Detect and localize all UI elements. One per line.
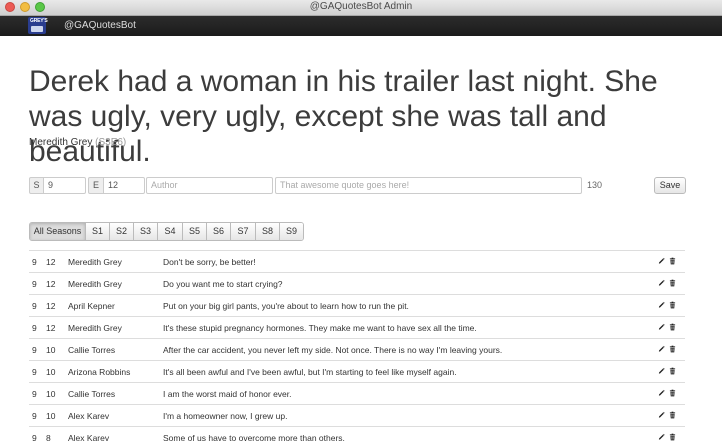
quote-season: 9: [32, 367, 37, 377]
quote-episode-number: 10: [46, 411, 56, 421]
quote-episode-number: 10: [46, 389, 56, 399]
quote-season: 9: [32, 389, 37, 399]
quote-text-cell: Some of us have to overcome more than ot…: [163, 433, 345, 443]
episode-input[interactable]: 12: [103, 177, 145, 194]
quote-episode: (S3E6): [95, 137, 127, 148]
character-counter: 130: [587, 180, 603, 190]
quote-text-cell: It's all been awful and I've been awful,…: [163, 367, 457, 377]
quotes-table: 9 12 Meredith Grey Don't be sorry, be bette…: [29, 250, 685, 448]
trash-icon[interactable]: [669, 345, 676, 353]
pencil-icon[interactable]: [658, 433, 665, 441]
trash-icon[interactable]: [669, 367, 676, 375]
trash-icon[interactable]: [669, 433, 676, 441]
window-titlebar: @GAQuotesBot Admin: [0, 0, 722, 16]
season-filter-s2[interactable]: S2: [110, 223, 134, 240]
table-row: 9 8 Alex Karev Some of us have to overcome …: [29, 426, 685, 448]
quote-author-cell: Callie Torres: [68, 389, 116, 399]
quote-season: 9: [32, 323, 37, 333]
quote-author-cell: Meredith Grey: [68, 279, 122, 289]
episode-addon-label: E: [88, 177, 104, 194]
quote-author: Meredith Grey: [29, 137, 93, 148]
pencil-icon[interactable]: [658, 323, 665, 331]
season-filter-s5[interactable]: S5: [183, 223, 207, 240]
quote-attribution: Meredith Grey (S3E6): [29, 137, 126, 148]
pencil-icon[interactable]: [658, 411, 665, 419]
trash-icon[interactable]: [669, 389, 676, 397]
quote-author-cell: Alex Karev: [68, 411, 110, 421]
quote-author-cell: Meredith Grey: [68, 257, 122, 267]
table-row: 9 10 Arizona Robbins It's all been awful an…: [29, 360, 685, 382]
quote-text-cell: I'm a homeowner now, I grew up.: [163, 411, 288, 421]
table-row: 9 10 Alex Karev I'm a homeowner now, I grew…: [29, 404, 685, 426]
quote-text-cell: Put on your big girl pants, you're about…: [163, 301, 409, 311]
table-row: 9 12 Meredith Grey Don't be sorry, be bette…: [29, 250, 685, 272]
quote-episode-number: 8: [46, 433, 51, 443]
quote-author-cell: April Kepner: [68, 301, 115, 311]
season-filter-s8[interactable]: S8: [256, 223, 280, 240]
quote-author-cell: Alex Karev: [68, 433, 110, 443]
quote-episode-number: 10: [46, 345, 56, 355]
quote-episode-number: 12: [46, 301, 56, 311]
trash-icon[interactable]: [669, 411, 676, 419]
quote-season: 9: [32, 301, 37, 311]
quote-input[interactable]: That awesome quote goes here!: [275, 177, 582, 194]
trash-icon[interactable]: [669, 301, 676, 309]
greys-anatomy-logo[interactable]: GREY'S: [28, 17, 48, 34]
quote-episode-number: 12: [46, 257, 56, 267]
quote-season: 9: [32, 345, 37, 355]
window-title: @GAQuotesBot Admin: [309, 1, 413, 12]
quote-episode-number: 12: [46, 323, 56, 333]
season-filter-s1[interactable]: S1: [86, 223, 110, 240]
quote-season: 9: [32, 279, 37, 289]
quote-text-cell: Don't be sorry, be better!: [163, 257, 256, 267]
table-row: 9 10 Callie Torres After the car accident, …: [29, 338, 685, 360]
table-row: 9 10 Callie Torres I am the worst maid of h…: [29, 382, 685, 404]
season-filter-all[interactable]: All Seasons: [30, 223, 86, 240]
quote-season: 9: [32, 411, 37, 421]
quote-episode-number: 12: [46, 279, 56, 289]
save-button[interactable]: Save: [654, 177, 686, 194]
season-input[interactable]: 9: [43, 177, 86, 194]
quote-text-cell: It's these stupid pregnancy hormones. Th…: [163, 323, 477, 333]
pencil-icon[interactable]: [658, 389, 665, 397]
quote-episode-number: 10: [46, 367, 56, 377]
quote-season: 9: [32, 257, 37, 267]
season-filter-s3[interactable]: S3: [134, 223, 158, 240]
season-filter-s6[interactable]: S6: [207, 223, 231, 240]
quote-text-cell: Do you want me to start crying?: [163, 279, 283, 289]
navbar: GREY'S @GAQuotesBot: [0, 16, 722, 36]
author-input[interactable]: Author: [146, 177, 273, 194]
quote-season: 9: [32, 433, 37, 443]
season-filter-s7[interactable]: S7: [231, 223, 256, 240]
season-filter-s9[interactable]: S9: [280, 223, 303, 240]
pencil-icon[interactable]: [658, 345, 665, 353]
pencil-icon[interactable]: [658, 279, 665, 287]
trash-icon[interactable]: [669, 279, 676, 287]
quote-author-cell: Arizona Robbins: [68, 367, 131, 377]
table-row: 9 12 April Kepner Put on your big girl pant…: [29, 294, 685, 316]
logo-text: GREY'S: [30, 18, 48, 24]
season-addon-label: S: [29, 177, 44, 194]
quote-text-cell: I am the worst maid of honor ever.: [163, 389, 292, 399]
table-row: 9 12 Meredith Grey It's these stupid pregna…: [29, 316, 685, 338]
quote-text-cell: After the car accident, you never left m…: [163, 345, 503, 355]
navbar-brand[interactable]: @GAQuotesBot: [64, 20, 136, 31]
pencil-icon[interactable]: [658, 257, 665, 265]
trash-icon[interactable]: [669, 323, 676, 331]
table-row: 9 12 Meredith Grey Do you want me to start …: [29, 272, 685, 294]
pencil-icon[interactable]: [658, 301, 665, 309]
quote-author-cell: Meredith Grey: [68, 323, 122, 333]
quote-author-cell: Callie Torres: [68, 345, 116, 355]
featured-quote: Derek had a woman in his trailer last ni…: [29, 65, 658, 168]
pencil-icon[interactable]: [658, 367, 665, 375]
season-filter-group: All Seasons S1 S2 S3 S4 S5 S6 S7 S8 S9: [29, 222, 304, 241]
trash-icon[interactable]: [669, 257, 676, 265]
season-filter-s4[interactable]: S4: [158, 223, 183, 240]
